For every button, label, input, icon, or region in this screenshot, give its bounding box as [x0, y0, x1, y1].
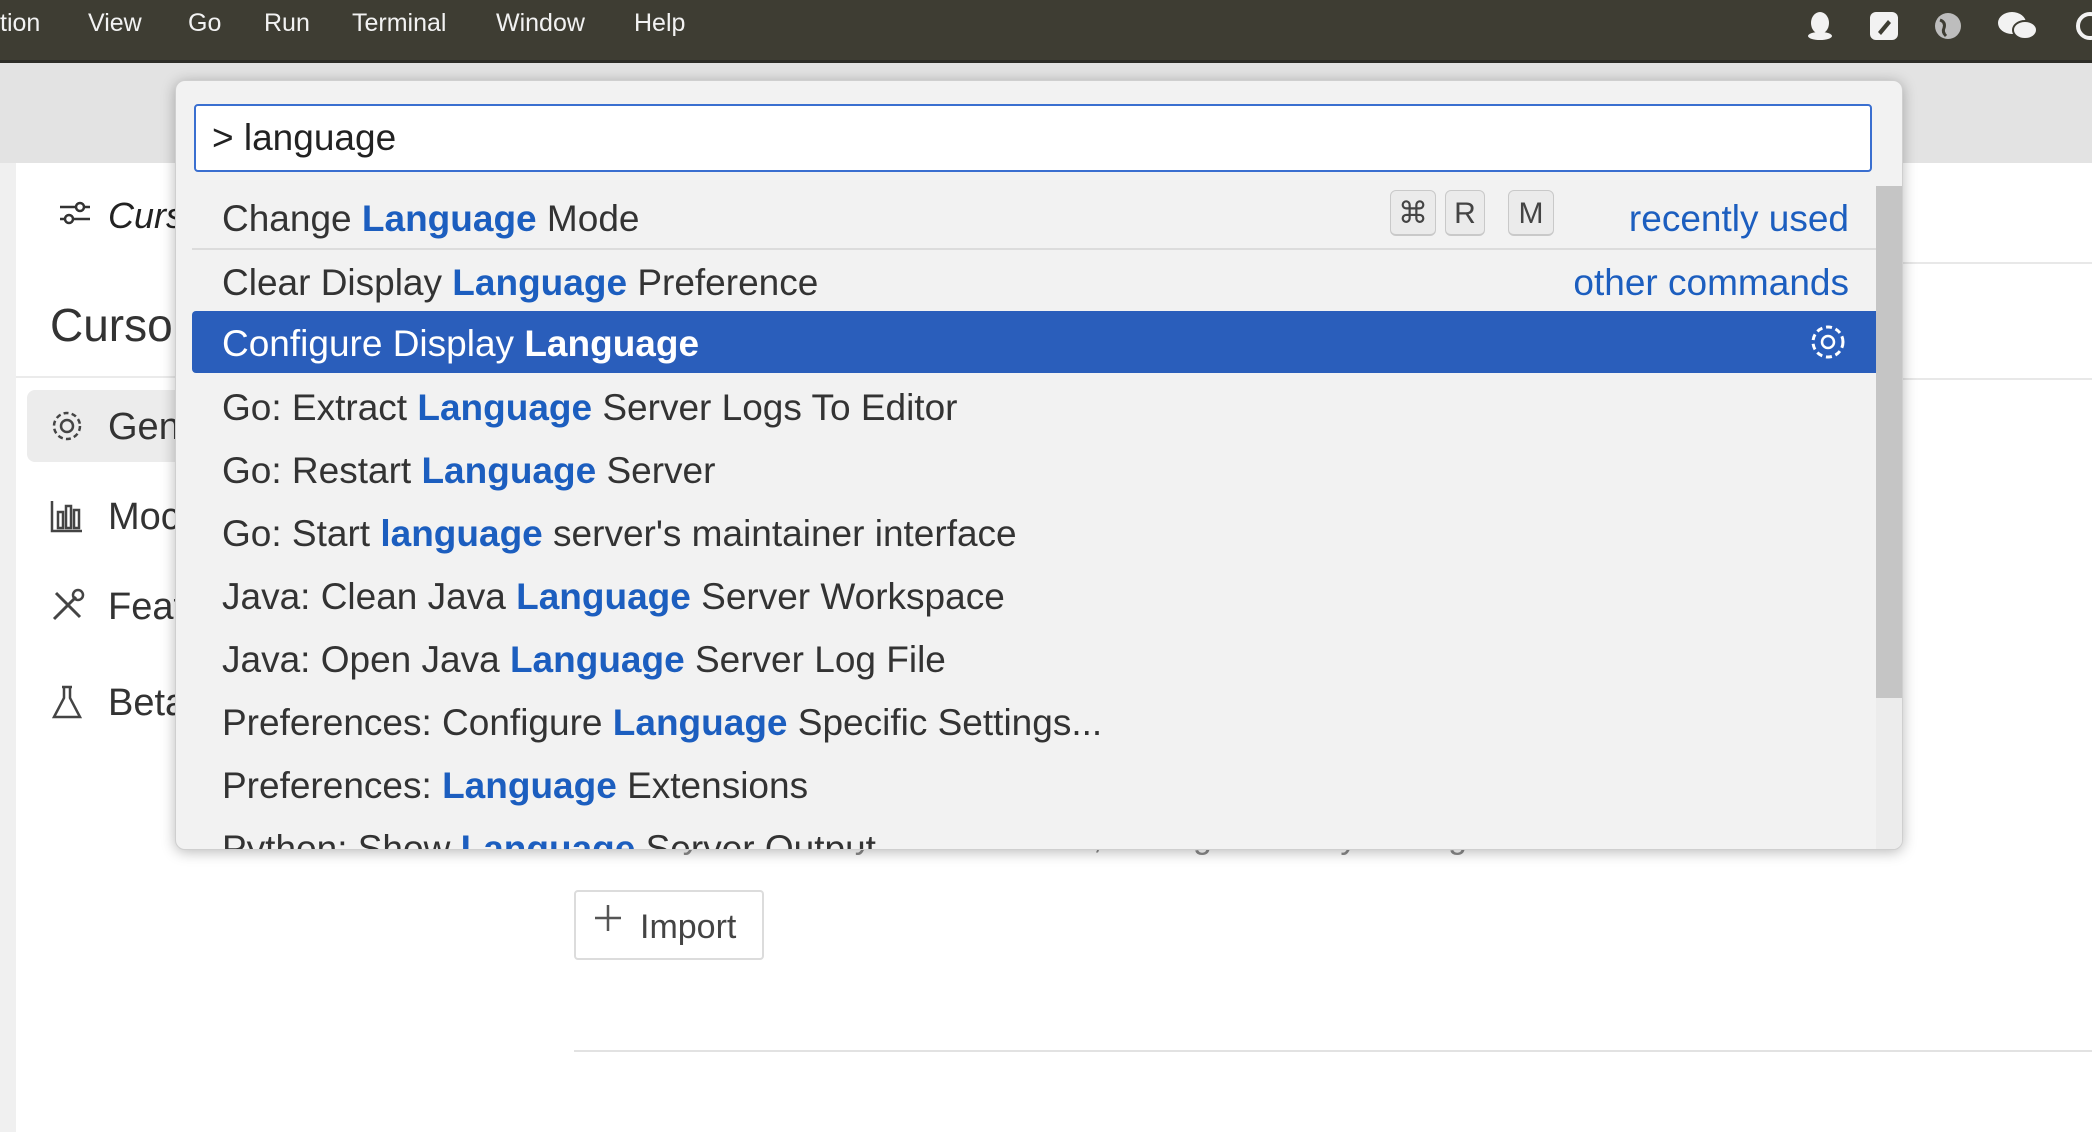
- menu-view[interactable]: View: [88, 8, 142, 38]
- command-item[interactable]: Change Language Mode ⌘ R M recently used: [192, 186, 1891, 250]
- command-label: Go: Start language server's maintainer i…: [222, 513, 1017, 554]
- command-item[interactable]: Python: Show Language Server Output: [192, 816, 1891, 850]
- command-label: Change Language Mode: [222, 198, 640, 239]
- command-label: Go: Restart Language Server: [222, 450, 716, 491]
- chart-icon: [50, 501, 82, 533]
- command-item[interactable]: Preferences: Configure Language Specific…: [192, 690, 1891, 752]
- command-item[interactable]: Go: Start language server's maintainer i…: [192, 501, 1891, 563]
- nav-label-general: Gen: [108, 406, 180, 448]
- command-label: Preferences: Language Extensions: [222, 765, 809, 806]
- overflow-icon[interactable]: [2074, 10, 2092, 42]
- macos-menu-bar: tion View Go Run Terminal Window Help: [0, 0, 2092, 60]
- command-label: Preferences: Configure Language Specific…: [222, 702, 1103, 743]
- gear-icon[interactable]: [1807, 321, 1849, 363]
- command-label: Configure Display Language: [222, 323, 700, 364]
- import-button-label: Import: [640, 908, 737, 946]
- settings-heading: Curso: [50, 299, 173, 351]
- command-item[interactable]: Java: Open Java Language Server Log File: [192, 627, 1891, 689]
- command-item-selected[interactable]: Configure Display Language: [192, 311, 1891, 373]
- command-palette-input[interactable]: [194, 104, 1872, 172]
- command-label: Clear Display Language Preference: [222, 262, 819, 303]
- command-item[interactable]: Preferences: Language Extensions: [192, 753, 1891, 815]
- command-item[interactable]: Go: Extract Language Server Logs To Edit…: [192, 375, 1891, 437]
- gear-icon: [52, 411, 82, 441]
- keybinding-key: M: [1508, 190, 1554, 236]
- menu-selection[interactable]: tion: [0, 8, 40, 38]
- section-divider: [1897, 378, 2092, 380]
- command-list: Change Language Mode ⌘ R M recently used…: [176, 186, 1891, 849]
- qq-penguin-icon[interactable]: [1804, 10, 1836, 42]
- app-logo-icon[interactable]: [1868, 10, 1900, 42]
- editor-tab-title[interactable]: Curs: [108, 195, 184, 237]
- tools-icon: [52, 588, 85, 621]
- nav-label-features: Feat: [108, 586, 185, 628]
- command-label: Go: Extract Language Server Logs To Edit…: [222, 387, 958, 428]
- keybinding-key: R: [1445, 190, 1485, 236]
- command-label: Java: Clean Java Language Server Workspa…: [222, 576, 1005, 617]
- group-label: recently used: [1628, 198, 1849, 239]
- command-label: Java: Open Java Language Server Log File: [222, 639, 946, 680]
- menu-terminal[interactable]: Terminal: [352, 8, 446, 38]
- command-item[interactable]: Java: Clean Java Language Server Workspa…: [192, 564, 1891, 626]
- content-divider: [574, 1050, 2092, 1052]
- plus-icon: [595, 905, 621, 931]
- menu-help[interactable]: Help: [634, 8, 685, 38]
- keybinding-key: ⌘: [1390, 190, 1436, 236]
- command-item[interactable]: Go: Restart Language Server: [192, 438, 1891, 500]
- section-divider: [1897, 262, 2092, 264]
- command-label: Python: Show Language Server Output: [222, 828, 876, 850]
- menu-go[interactable]: Go: [188, 8, 221, 38]
- sliders-icon: [60, 201, 90, 225]
- import-button[interactable]: Import: [574, 890, 764, 960]
- command-item[interactable]: Clear Display Language Preference other …: [192, 250, 1891, 312]
- menu-window[interactable]: Window: [496, 8, 585, 38]
- globe-icon[interactable]: [1932, 10, 1964, 42]
- activity-rail: [0, 163, 17, 1132]
- menu-run[interactable]: Run: [264, 8, 310, 38]
- flask-icon: [51, 685, 83, 719]
- scrollbar-thumb[interactable]: [1876, 186, 1902, 698]
- group-label: other commands: [1573, 262, 1849, 303]
- wechat-icon[interactable]: [1996, 10, 2040, 42]
- nav-label-models: Moc: [108, 496, 180, 538]
- command-palette: Change Language Mode ⌘ R M recently used…: [175, 80, 1903, 850]
